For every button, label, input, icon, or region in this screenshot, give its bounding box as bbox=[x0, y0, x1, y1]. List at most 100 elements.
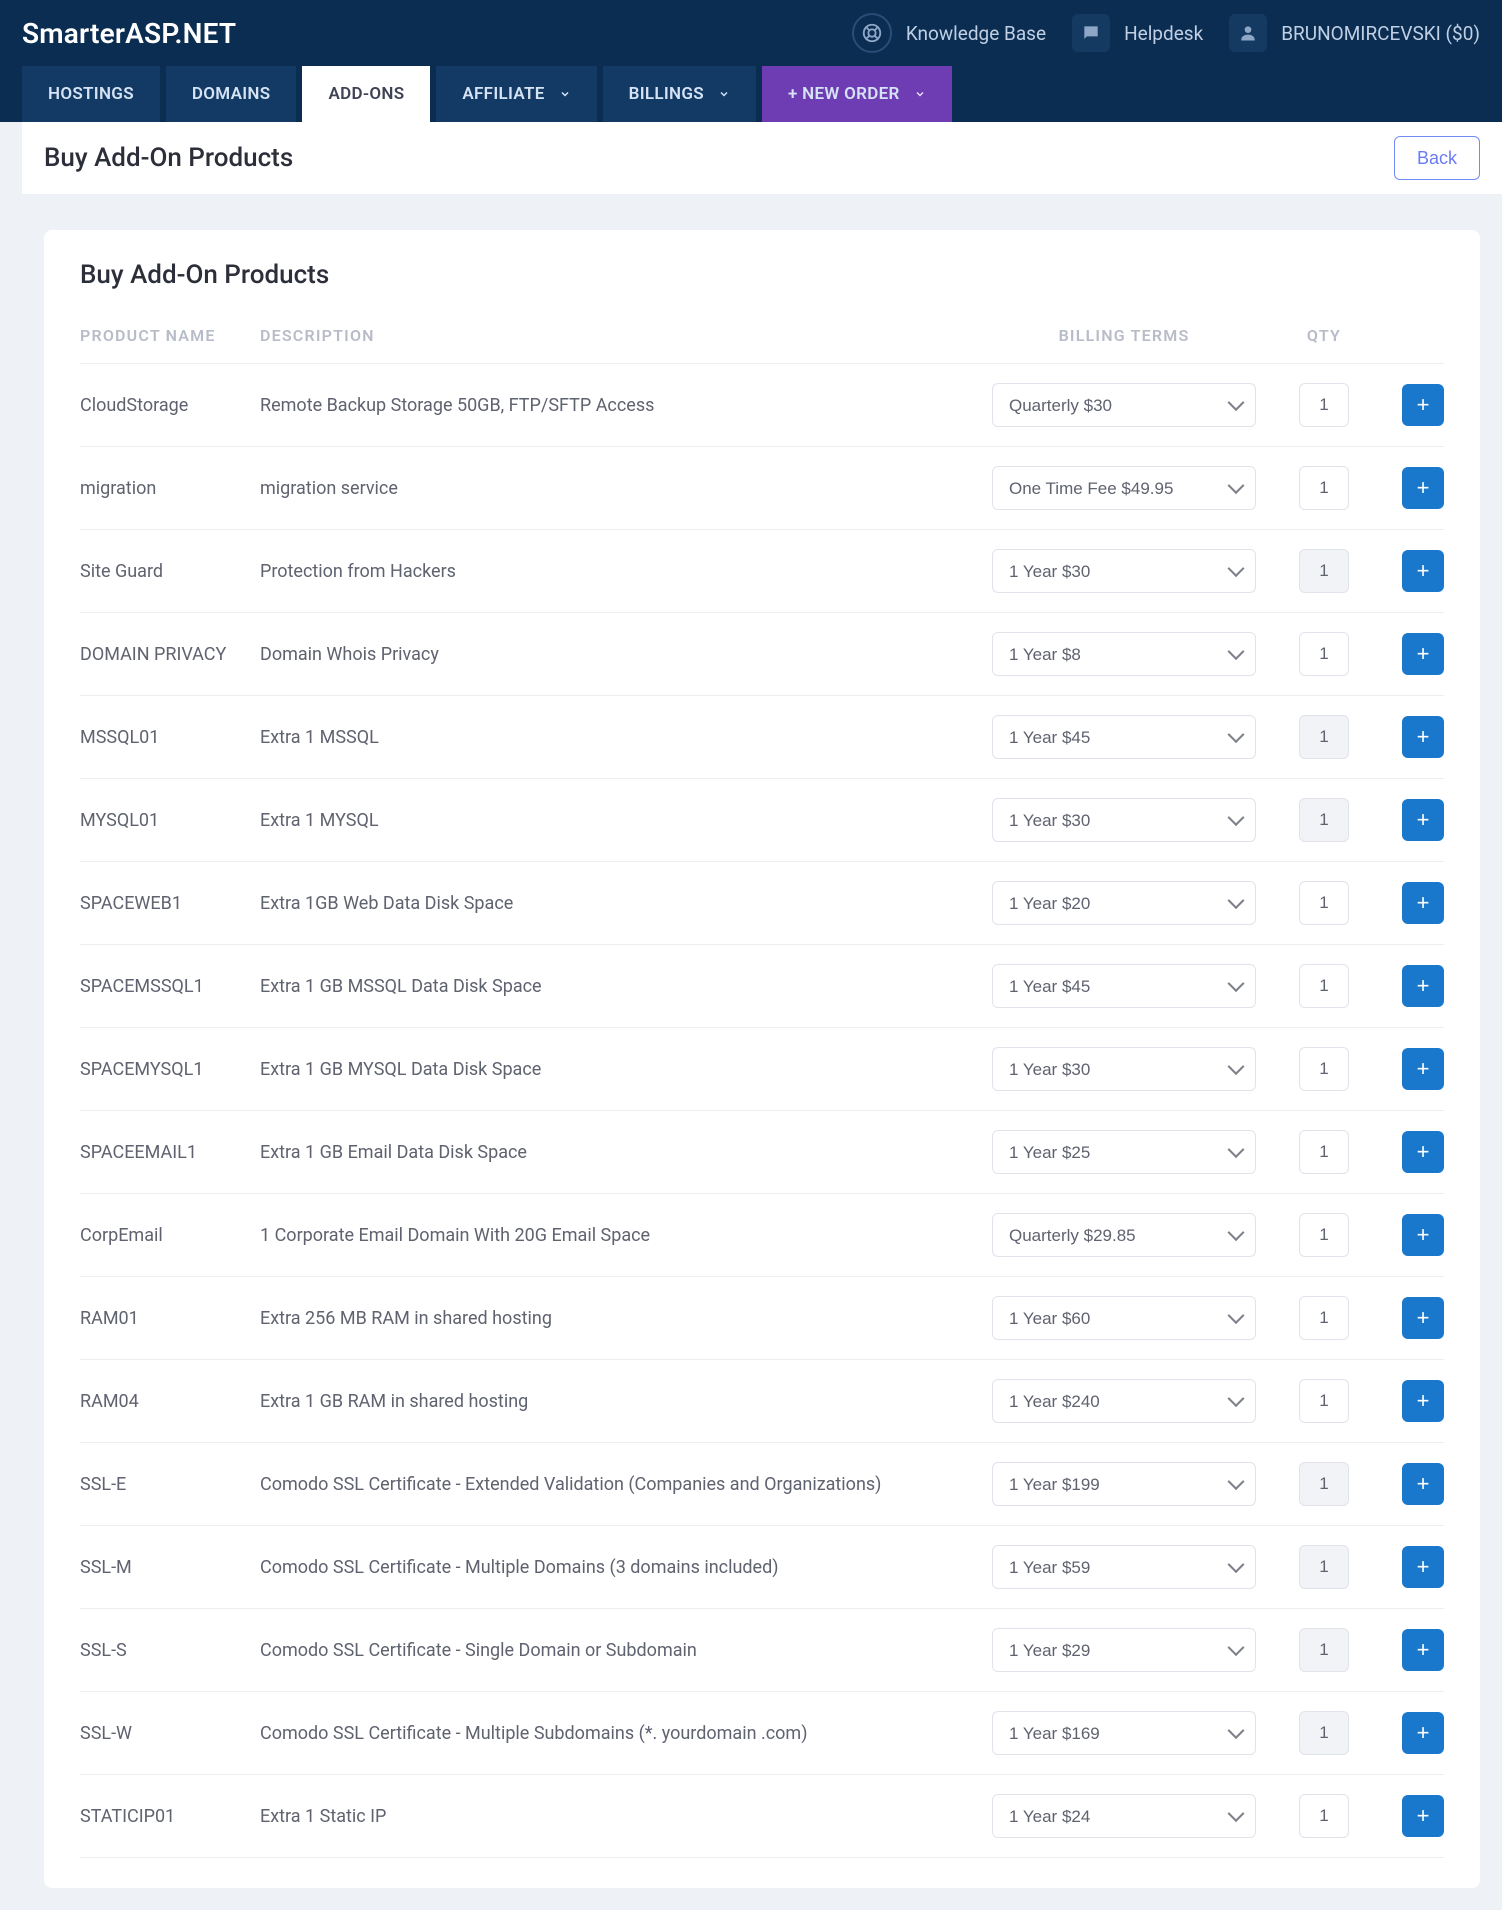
add-button[interactable]: + bbox=[1402, 1131, 1444, 1173]
product-name: Site Guard bbox=[80, 530, 260, 613]
billing-term-select[interactable]: 1 Year $30 bbox=[992, 798, 1256, 842]
tab-billings-label: BILLINGS bbox=[629, 84, 704, 104]
page-title: Buy Add-On Products bbox=[44, 143, 293, 173]
product-name: MSSQL01 bbox=[80, 696, 260, 779]
billing-term-select[interactable]: 1 Year $59 bbox=[992, 1545, 1256, 1589]
brand-logo[interactable]: SmarterASP.NET bbox=[22, 17, 236, 50]
tab-billings[interactable]: BILLINGS bbox=[603, 66, 756, 122]
add-button[interactable]: + bbox=[1402, 1463, 1444, 1505]
product-description: Extra 1 MSSQL bbox=[260, 696, 984, 779]
billing-term-select[interactable]: 1 Year $169 bbox=[992, 1711, 1256, 1755]
add-button[interactable]: + bbox=[1402, 965, 1444, 1007]
billing-term-select[interactable]: One Time Fee $49.95 bbox=[992, 466, 1256, 510]
add-button[interactable]: + bbox=[1402, 716, 1444, 758]
product-description: Domain Whois Privacy bbox=[260, 613, 984, 696]
product-description: Extra 1GB Web Data Disk Space bbox=[260, 862, 984, 945]
tab-hostings[interactable]: HOSTINGS bbox=[22, 66, 160, 122]
user-icon bbox=[1229, 14, 1267, 52]
product-name: SPACEEMAIL1 bbox=[80, 1111, 260, 1194]
back-button[interactable]: Back bbox=[1394, 136, 1480, 180]
col-qty: QTY bbox=[1264, 326, 1384, 364]
qty-input[interactable] bbox=[1299, 1130, 1349, 1174]
product-name: DOMAIN PRIVACY bbox=[80, 613, 260, 696]
product-name: SSL-S bbox=[80, 1609, 260, 1692]
tab-affiliate[interactable]: AFFILIATE bbox=[436, 66, 596, 122]
billing-term-select[interactable]: 1 Year $29 bbox=[992, 1628, 1256, 1672]
add-button[interactable]: + bbox=[1402, 1048, 1444, 1090]
topbar-right: Knowledge Base Helpdesk BRUNOMIRCEVSKI (… bbox=[852, 13, 1480, 53]
product-description: migration service bbox=[260, 447, 984, 530]
qty-input[interactable] bbox=[1299, 466, 1349, 510]
product-description: Extra 1 GB RAM in shared hosting bbox=[260, 1360, 984, 1443]
tab-domains[interactable]: DOMAINS bbox=[166, 66, 297, 122]
knowledge-base-link[interactable]: Knowledge Base bbox=[852, 13, 1046, 53]
add-button[interactable]: + bbox=[1402, 550, 1444, 592]
billing-term-select[interactable]: 1 Year $45 bbox=[992, 964, 1256, 1008]
page-header: Buy Add-On Products Back bbox=[22, 122, 1502, 194]
user-menu[interactable]: BRUNOMIRCEVSKI ($0) bbox=[1229, 14, 1480, 52]
add-button[interactable]: + bbox=[1402, 1297, 1444, 1339]
product-description: Extra 1 GB MSSQL Data Disk Space bbox=[260, 945, 984, 1028]
product-name: SPACEMYSQL1 bbox=[80, 1028, 260, 1111]
add-button[interactable]: + bbox=[1402, 1380, 1444, 1422]
billing-term-select[interactable]: 1 Year $199 bbox=[992, 1462, 1256, 1506]
product-name: MYSQL01 bbox=[80, 779, 260, 862]
billing-term-select[interactable]: 1 Year $45 bbox=[992, 715, 1256, 759]
billing-term-select[interactable]: 1 Year $30 bbox=[992, 1047, 1256, 1091]
add-button[interactable]: + bbox=[1402, 882, 1444, 924]
billing-term-select[interactable]: 1 Year $30 bbox=[992, 549, 1256, 593]
product-description: Protection from Hackers bbox=[260, 530, 984, 613]
product-name: CloudStorage bbox=[80, 364, 260, 447]
add-button[interactable]: + bbox=[1402, 1546, 1444, 1588]
addon-card: Buy Add-On Products PRODUCT NAME DESCRIP… bbox=[44, 230, 1480, 1888]
tab-addons[interactable]: ADD-ONS bbox=[302, 66, 430, 122]
product-description: 1 Corporate Email Domain With 20G Email … bbox=[260, 1194, 984, 1277]
qty-input bbox=[1299, 1545, 1349, 1589]
col-product-name: PRODUCT NAME bbox=[80, 326, 260, 364]
table-row: CorpEmail1 Corporate Email Domain With 2… bbox=[80, 1194, 1444, 1277]
add-button[interactable]: + bbox=[1402, 467, 1444, 509]
content: Buy Add-On Products PRODUCT NAME DESCRIP… bbox=[22, 194, 1502, 1910]
product-description: Extra 256 MB RAM in shared hosting bbox=[260, 1277, 984, 1360]
table-row: SSL-EComodo SSL Certificate - Extended V… bbox=[80, 1443, 1444, 1526]
qty-input[interactable] bbox=[1299, 881, 1349, 925]
add-button[interactable]: + bbox=[1402, 633, 1444, 675]
qty-input[interactable] bbox=[1299, 1794, 1349, 1838]
add-button[interactable]: + bbox=[1402, 1629, 1444, 1671]
user-label: BRUNOMIRCEVSKI ($0) bbox=[1281, 22, 1480, 45]
table-row: SPACEMYSQL1Extra 1 GB MYSQL Data Disk Sp… bbox=[80, 1028, 1444, 1111]
qty-input[interactable] bbox=[1299, 1047, 1349, 1091]
tab-new-order[interactable]: + NEW ORDER bbox=[762, 66, 952, 122]
table-row: STATICIP01Extra 1 Static IP1 Year $24+ bbox=[80, 1775, 1444, 1858]
billing-term-select[interactable]: 1 Year $8 bbox=[992, 632, 1256, 676]
billing-term-select[interactable]: 1 Year $240 bbox=[992, 1379, 1256, 1423]
table-row: SPACEMSSQL1Extra 1 GB MSSQL Data Disk Sp… bbox=[80, 945, 1444, 1028]
product-name: RAM01 bbox=[80, 1277, 260, 1360]
qty-input[interactable] bbox=[1299, 383, 1349, 427]
qty-input[interactable] bbox=[1299, 632, 1349, 676]
qty-input[interactable] bbox=[1299, 1213, 1349, 1257]
billing-term-select[interactable]: Quarterly $30 bbox=[992, 383, 1256, 427]
product-description: Comodo SSL Certificate - Multiple Domain… bbox=[260, 1526, 984, 1609]
billing-term-select[interactable]: 1 Year $24 bbox=[992, 1794, 1256, 1838]
add-button[interactable]: + bbox=[1402, 1712, 1444, 1754]
qty-input[interactable] bbox=[1299, 1296, 1349, 1340]
helpdesk-link[interactable]: Helpdesk bbox=[1072, 14, 1203, 52]
add-button[interactable]: + bbox=[1402, 1214, 1444, 1256]
add-button[interactable]: + bbox=[1402, 384, 1444, 426]
product-description: Comodo SSL Certificate - Multiple Subdom… bbox=[260, 1692, 984, 1775]
knowledge-base-label: Knowledge Base bbox=[906, 22, 1046, 45]
qty-input[interactable] bbox=[1299, 964, 1349, 1008]
add-button[interactable]: + bbox=[1402, 1795, 1444, 1837]
add-button[interactable]: + bbox=[1402, 799, 1444, 841]
billing-term-select[interactable]: Quarterly $29.85 bbox=[992, 1213, 1256, 1257]
product-description: Extra 1 GB Email Data Disk Space bbox=[260, 1111, 984, 1194]
table-row: RAM01Extra 256 MB RAM in shared hosting1… bbox=[80, 1277, 1444, 1360]
billing-term-select[interactable]: 1 Year $20 bbox=[992, 881, 1256, 925]
table-row: Site GuardProtection from Hackers1 Year … bbox=[80, 530, 1444, 613]
billing-term-select[interactable]: 1 Year $25 bbox=[992, 1130, 1256, 1174]
billing-term-select[interactable]: 1 Year $60 bbox=[992, 1296, 1256, 1340]
life-ring-icon bbox=[852, 13, 892, 53]
qty-input[interactable] bbox=[1299, 1379, 1349, 1423]
product-description: Remote Backup Storage 50GB, FTP/SFTP Acc… bbox=[260, 364, 984, 447]
